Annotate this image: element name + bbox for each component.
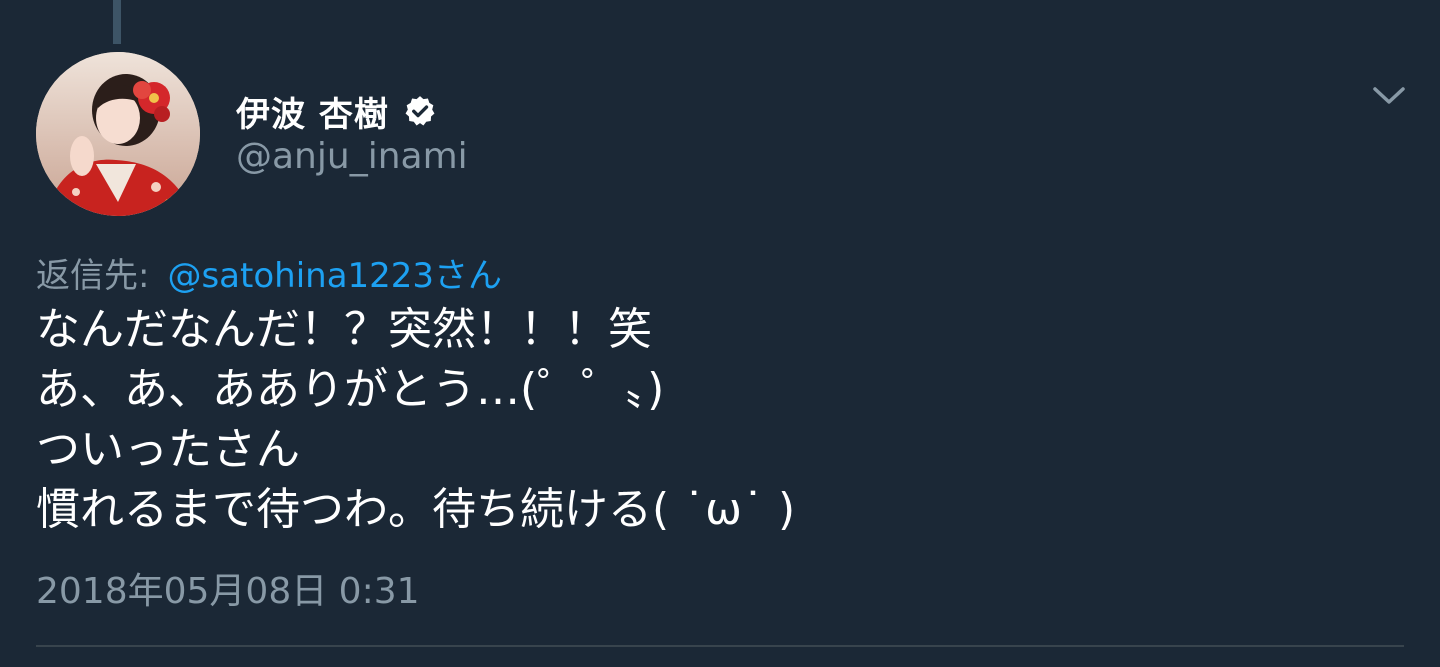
author-name-row[interactable]: 伊波 杏樹 — [236, 86, 437, 136]
tweet-line: 慣れるまで待つわ。待ち続ける( ˙ω˙ ) — [36, 484, 796, 535]
tweet-line: なんだなんだ！？突然！！！笑 — [36, 304, 652, 355]
reply-context: 返信先: @satohina1223さん — [36, 248, 502, 297]
reply-label: 返信先: — [36, 256, 150, 296]
tweet-line: あ、あ、あありがとう…(゜゜〟) — [36, 364, 665, 415]
avatar-image — [36, 52, 200, 216]
thread-connector-line — [113, 0, 121, 44]
divider — [36, 645, 1404, 647]
tweet-timestamp[interactable]: 2018年05月08日 0:31 — [36, 562, 420, 614]
display-name[interactable]: 伊波 杏樹 — [236, 87, 389, 136]
avatar[interactable] — [36, 52, 200, 216]
tweet-line: ついったさん — [36, 424, 300, 475]
reply-mention-link[interactable]: @satohina1223さん — [167, 256, 502, 296]
user-handle[interactable]: @anju_inami — [236, 136, 468, 177]
chevron-down-icon[interactable] — [1372, 84, 1406, 108]
verified-badge-icon — [405, 96, 435, 126]
tweet-text: なんだなんだ！？突然！！！笑 あ、あ、あありがとう…(゜゜〟) ついったさん 慣… — [36, 300, 795, 540]
